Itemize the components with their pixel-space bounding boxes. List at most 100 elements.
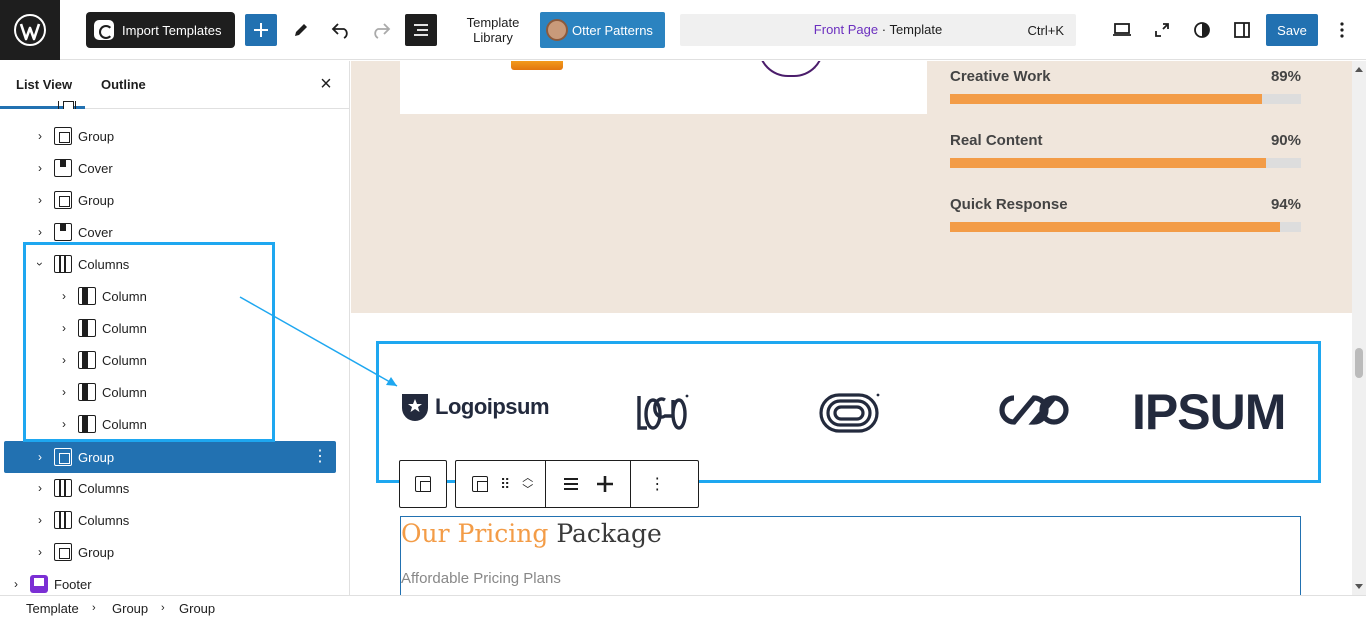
block-toolbar-controls: ⠿ ︿ ﹀ ⋮ [455, 460, 699, 508]
list-item[interactable]: › Group [32, 184, 114, 216]
list-view-sidebar: List View Outline × › Group › Cover › Gr… [0, 61, 350, 595]
template-library-button[interactable]: Template Library [458, 15, 528, 45]
command-palette-bar[interactable]: Front Page · Template Ctrl+K [680, 14, 1076, 46]
more-vertical-icon[interactable]: ⋮ [649, 474, 665, 494]
block-inserter-button[interactable] [245, 14, 277, 46]
list-item[interactable]: › Columns [32, 472, 129, 504]
save-button[interactable]: Save [1266, 14, 1318, 46]
cover-icon [54, 159, 72, 177]
logo-loop-icon [637, 394, 689, 430]
block-toolbar: ⠿ ︿ ﹀ ⋮ [399, 460, 699, 508]
external-expand-icon [1155, 23, 1169, 37]
list-item-partial [52, 101, 82, 109]
template-library-line1: Template [466, 15, 520, 30]
list-item[interactable]: › Group [32, 536, 114, 568]
open-view-button[interactable] [1146, 14, 1178, 46]
chevron-right-icon[interactable]: › [32, 161, 48, 175]
skill-fill [950, 94, 1263, 104]
wordpress-logo-button[interactable] [0, 0, 60, 60]
skill-track [950, 222, 1301, 232]
breadcrumb-group-current[interactable]: Group [179, 601, 215, 616]
chevron-right-icon[interactable]: › [32, 545, 48, 559]
chevron-right-icon[interactable]: › [32, 129, 48, 143]
breadcrumb-template[interactable]: Template [26, 601, 79, 616]
pricing-title-accent: Our Pricing [401, 519, 549, 548]
skill-fill [950, 222, 1280, 232]
toolbar-divider [630, 460, 632, 508]
list-item[interactable]: › Footer [8, 568, 92, 595]
document-overview-button[interactable] [405, 14, 437, 46]
list-item-label: Group [78, 128, 115, 144]
list-item-label: Group [78, 449, 115, 465]
close-icon[interactable]: × [317, 73, 335, 95]
tab-list-view[interactable]: List View [16, 77, 72, 92]
chevron-right-icon[interactable]: › [32, 450, 48, 464]
chevron-right-icon[interactable]: › [32, 225, 48, 239]
list-item[interactable]: › Group [32, 120, 114, 152]
edit-tool-button[interactable] [285, 14, 317, 46]
skill-name: Quick Response [950, 196, 1068, 213]
scroll-down-icon[interactable] [1355, 584, 1363, 589]
preview-device-button[interactable] [1106, 14, 1138, 46]
chevron-right-icon[interactable]: › [32, 513, 48, 527]
block-breadcrumb: Template › Group › Group [0, 595, 1366, 620]
list-item-selected[interactable]: › Group ⋮ [4, 441, 336, 473]
otter-patterns-button[interactable]: Otter Patterns [540, 12, 665, 48]
scroll-thumb[interactable] [1355, 348, 1363, 378]
pricing-title-rest: Package [548, 519, 662, 548]
canvas-scrollbar[interactable] [1352, 61, 1366, 595]
columns-icon [54, 511, 72, 529]
footer-icon [30, 575, 48, 593]
image-card [400, 61, 927, 114]
chevron-right-icon[interactable]: › [32, 481, 48, 495]
group-icon [54, 127, 72, 145]
otter-patterns-label: Otter Patterns [572, 22, 653, 38]
shortcut-hint: Ctrl+K [1027, 23, 1064, 38]
columns-icon [54, 479, 72, 497]
align-icon[interactable] [562, 476, 580, 492]
undo-button[interactable] [325, 14, 357, 46]
otter-avatar-icon [546, 19, 568, 41]
options-menu-button[interactable] [1326, 14, 1358, 46]
breadcrumb-separator-icon: › [161, 602, 165, 614]
pricing-subtitle[interactable]: Affordable Pricing Plans [401, 570, 561, 587]
list-item[interactable]: › Cover [32, 152, 113, 184]
drag-handle-icon[interactable]: ⠿ [500, 476, 510, 493]
scroll-up-icon[interactable] [1355, 67, 1363, 72]
breadcrumb-separator-icon: › [92, 602, 96, 614]
logo-chain-icon [999, 395, 1069, 425]
redo-button[interactable] [365, 14, 397, 46]
pricing-group[interactable]: Our Pricing Package Affordable Pricing P… [400, 516, 1301, 595]
editor-canvas[interactable]: Creative Work 89% Real Content 90% Quick… [351, 61, 1352, 595]
chevron-right-icon[interactable]: › [8, 577, 24, 591]
list-item-label: Columns [78, 480, 130, 496]
tab-outline[interactable]: Outline [101, 77, 146, 92]
skill-name: Creative Work [950, 68, 1051, 85]
settings-sidebar-button[interactable] [1226, 14, 1258, 46]
illustration-orange [511, 61, 563, 70]
move-up-down-icon[interactable]: ︿ ﹀ [522, 472, 533, 496]
import-templates-button[interactable]: Import Templates [86, 12, 235, 48]
more-vertical-icon [1340, 22, 1344, 38]
templates-logo-icon [94, 20, 114, 40]
skill-track [950, 94, 1301, 104]
chevron-right-icon[interactable]: › [32, 193, 48, 207]
group-icon [415, 476, 431, 492]
import-templates-label: Import Templates [122, 22, 222, 38]
list-item-label: Cover [78, 160, 113, 176]
more-vertical-icon[interactable]: ⋮ [312, 441, 328, 473]
group-icon [58, 101, 76, 109]
logo-rings-icon [819, 393, 880, 433]
breadcrumb-group[interactable]: Group [112, 601, 148, 616]
list-item[interactable]: › Columns [32, 504, 129, 536]
group-icon [54, 543, 72, 561]
group-icon[interactable] [472, 476, 488, 492]
block-parent-button[interactable] [399, 460, 447, 508]
skills-section: Creative Work 89% Real Content 90% Quick… [351, 61, 1352, 313]
cover-icon [54, 223, 72, 241]
toolbar-divider [545, 460, 547, 508]
justify-icon[interactable] [596, 475, 614, 493]
list-item-label: Group [78, 192, 115, 208]
styles-button[interactable] [1186, 14, 1218, 46]
pricing-title[interactable]: Our Pricing Package [401, 519, 662, 548]
